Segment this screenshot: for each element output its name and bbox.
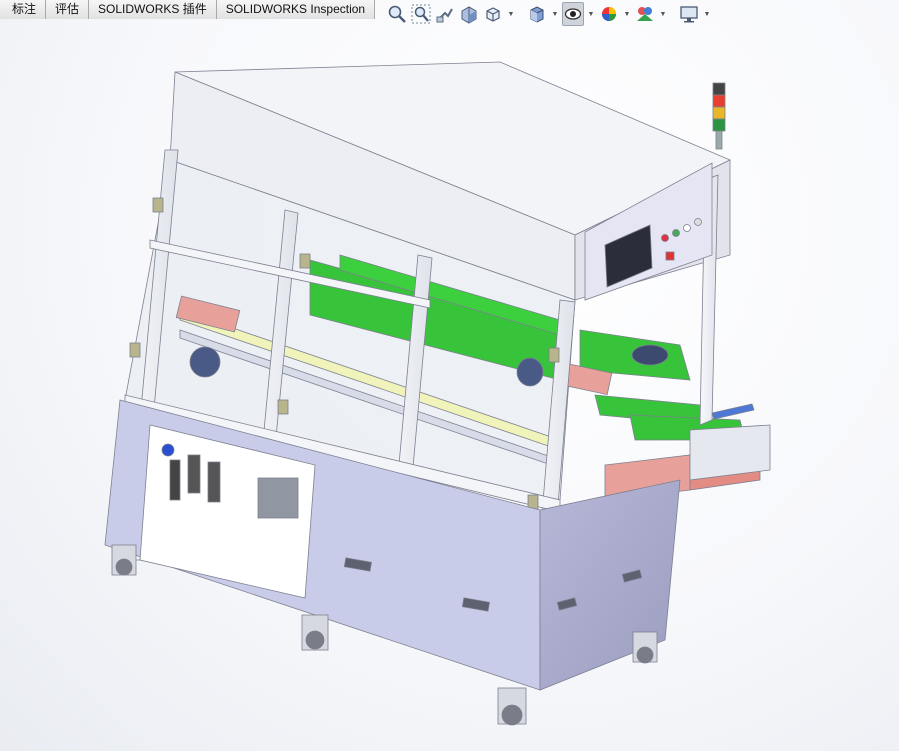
zoom-to-area-icon xyxy=(411,4,431,24)
view-settings-icon xyxy=(680,6,698,23)
chevron-down-icon[interactable]: ▼ xyxy=(622,2,632,26)
view-orientation-icon xyxy=(486,7,500,22)
model-viewport[interactable] xyxy=(0,28,899,751)
edit-appearance-button[interactable] xyxy=(598,2,620,26)
chevron-down-icon[interactable]: ▼ xyxy=(658,2,668,26)
tab-evaluate[interactable]: 评估 xyxy=(46,0,90,19)
zoom-to-area-button[interactable] xyxy=(410,2,432,26)
edit-appearance-icon xyxy=(602,7,616,21)
display-style-button[interactable] xyxy=(526,2,548,26)
machine-assembly xyxy=(104,61,771,726)
chevron-down-icon[interactable]: ▼ xyxy=(702,2,712,26)
chevron-down-icon[interactable]: ▼ xyxy=(586,2,596,26)
command-manager-tabs: 标注 评估 SOLIDWORKS 插件 SOLIDWORKS Inspectio… xyxy=(0,0,376,19)
tab-solidworks-inspection[interactable]: SOLIDWORKS Inspection xyxy=(216,0,376,19)
hide-show-items-button[interactable] xyxy=(562,2,584,26)
previous-view-button[interactable] xyxy=(434,2,456,26)
view-settings-button[interactable] xyxy=(678,2,700,26)
display-style-icon xyxy=(530,6,544,23)
section-view-button[interactable] xyxy=(458,2,480,26)
apply-scene-icon xyxy=(637,7,653,21)
tab-markup[interactable]: 标注 xyxy=(0,0,47,19)
tab-solidworks-addins[interactable]: SOLIDWORKS 插件 xyxy=(89,0,217,19)
previous-view-icon xyxy=(436,8,453,23)
zoom-to-fit-button[interactable] xyxy=(386,2,408,26)
heads-up-view-toolbar: ▼ ▼ ▼ ▼ ▼ ▼ xyxy=(386,0,712,28)
chevron-down-icon[interactable]: ▼ xyxy=(550,2,560,26)
zoom-to-fit-icon xyxy=(388,5,406,23)
view-orientation-button[interactable] xyxy=(482,2,504,26)
chevron-down-icon[interactable]: ▼ xyxy=(506,2,516,26)
hide-show-items-icon xyxy=(564,8,582,20)
section-view-icon xyxy=(461,6,477,24)
apply-scene-button[interactable] xyxy=(634,2,656,26)
